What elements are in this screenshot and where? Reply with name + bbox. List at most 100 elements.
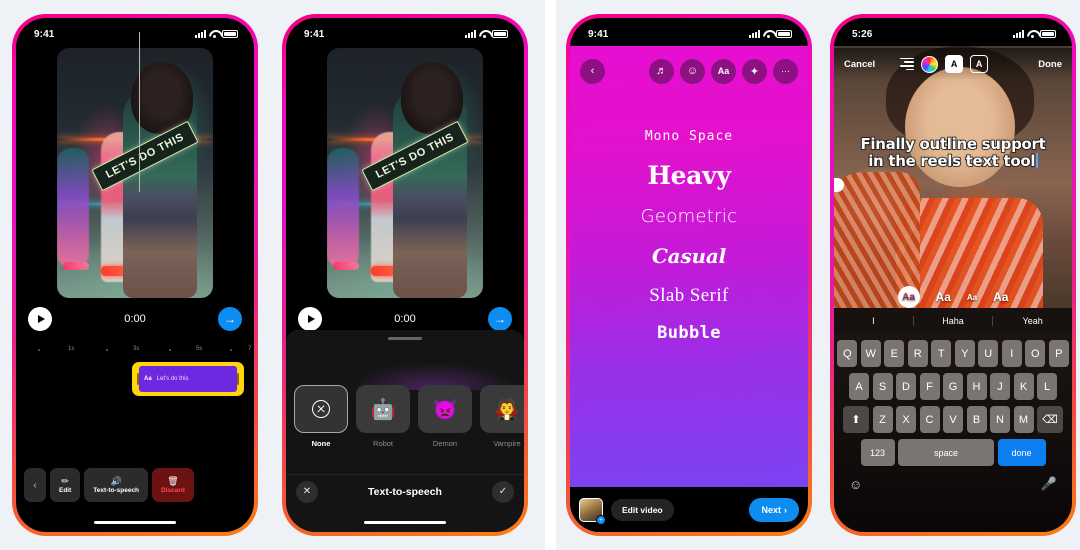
key-v[interactable]: V bbox=[943, 406, 963, 433]
key-u[interactable]: U bbox=[978, 340, 999, 367]
next-arrow-button[interactable]: → bbox=[217, 307, 242, 331]
text-style-option-3[interactable]: Aa bbox=[967, 293, 977, 302]
timeline-ruler[interactable]: 1s 3s 5s 7 bbox=[16, 342, 254, 358]
play-button[interactable] bbox=[298, 307, 322, 331]
voice-effect-list[interactable]: None 🤖 Robot 👿 Demon 🧛 Vampire bbox=[294, 385, 524, 448]
edit-button[interactable]: ✏ Edit bbox=[50, 468, 81, 502]
font-option-bubble[interactable]: Bubble bbox=[657, 325, 721, 342]
text-effect-icon[interactable]: A bbox=[945, 55, 964, 73]
phone2-video-area[interactable]: LET'S DO THIS bbox=[286, 48, 524, 298]
back-button[interactable]: ‹ bbox=[24, 468, 46, 502]
done-button[interactable]: Done bbox=[1038, 59, 1062, 70]
key-e[interactable]: E bbox=[884, 340, 905, 367]
text-style-option-4[interactable]: Aa bbox=[993, 290, 1008, 304]
emoji-icon[interactable]: ☺ bbox=[849, 477, 862, 492]
key-d[interactable]: D bbox=[896, 373, 916, 400]
key-t[interactable]: T bbox=[931, 340, 952, 367]
key-b[interactable]: B bbox=[966, 406, 987, 433]
key-y[interactable]: Y bbox=[954, 340, 975, 367]
key-c[interactable]: C bbox=[919, 406, 940, 433]
keyboard-suggestion-bar[interactable]: I Haha Yeah bbox=[834, 308, 1072, 334]
key-n[interactable]: N bbox=[990, 406, 1010, 433]
key-k[interactable]: K bbox=[1013, 373, 1034, 400]
voice-option-robot[interactable]: 🤖 Robot bbox=[356, 385, 410, 448]
key-a[interactable]: A bbox=[849, 373, 869, 400]
backspace-icon[interactable]: ⌫ bbox=[1037, 406, 1063, 433]
next-arrow-button[interactable]: → bbox=[487, 307, 512, 331]
space-key[interactable]: space bbox=[898, 439, 994, 466]
play-button[interactable] bbox=[28, 307, 52, 331]
key-s[interactable]: S bbox=[872, 373, 893, 400]
font-option-slab-serif[interactable]: Slab Serif bbox=[649, 286, 728, 305]
shift-icon[interactable]: ⬆ bbox=[843, 406, 869, 433]
demon-icon[interactable]: 👿 bbox=[418, 385, 472, 433]
voice-option-demon[interactable]: 👿 Demon bbox=[418, 385, 472, 448]
key-x[interactable]: X bbox=[896, 406, 916, 433]
suggestion-3[interactable]: Yeah bbox=[993, 316, 1072, 326]
numbers-key[interactable]: 123 bbox=[860, 439, 895, 466]
clip-handle-right[interactable] bbox=[237, 373, 239, 385]
text-style-option-2[interactable]: Aa bbox=[936, 290, 951, 304]
text-overlay-editor[interactable]: Finally outline support in the reels tex… bbox=[834, 134, 1072, 170]
key-p[interactable]: P bbox=[1048, 340, 1069, 367]
discard-button[interactable]: 🗑 Discard bbox=[152, 468, 194, 502]
none-circle-icon[interactable] bbox=[294, 385, 348, 433]
font-option-heavy[interactable]: Heavy bbox=[647, 163, 731, 188]
robot-icon[interactable]: 🤖 bbox=[356, 385, 410, 433]
voice-option-vampire[interactable]: 🧛 Vampire bbox=[480, 385, 524, 448]
sticker-icon[interactable]: ☺ bbox=[680, 58, 705, 84]
key-o[interactable]: O bbox=[1025, 340, 1046, 367]
phone4-video-background[interactable] bbox=[834, 46, 1072, 308]
effects-icon[interactable]: ✦ bbox=[742, 58, 767, 84]
font-option-list[interactable]: Mono Space Heavy Geometric Casual Slab S… bbox=[570, 130, 808, 342]
key-w[interactable]: W bbox=[860, 340, 881, 367]
on-screen-keyboard[interactable]: Q W E R T Y U I O P A S D F G H J K L ⬆ … bbox=[834, 334, 1072, 532]
timeline-playhead[interactable] bbox=[139, 32, 140, 192]
font-option-mono-space[interactable]: Mono Space bbox=[645, 130, 733, 143]
color-wheel-icon[interactable] bbox=[921, 55, 939, 73]
key-q[interactable]: Q bbox=[837, 340, 858, 367]
phone1-video-area[interactable]: LET'S DO THIS bbox=[16, 48, 254, 298]
sheet-grabber[interactable] bbox=[388, 337, 422, 340]
suggestion-2[interactable]: Haha bbox=[914, 316, 994, 326]
key-f[interactable]: F bbox=[919, 373, 940, 400]
align-icon[interactable] bbox=[900, 57, 915, 71]
confirm-icon[interactable]: ✓ bbox=[492, 480, 514, 503]
timeline-track[interactable]: Aa Let's do this bbox=[16, 362, 254, 398]
wifi-icon bbox=[1027, 30, 1037, 38]
font-option-casual[interactable]: Casual bbox=[652, 246, 726, 266]
key-j[interactable]: J bbox=[990, 373, 1010, 400]
key-h[interactable]: H bbox=[966, 373, 987, 400]
text-style-option-1[interactable]: Aa bbox=[897, 286, 920, 308]
vampire-icon[interactable]: 🧛 bbox=[480, 385, 524, 433]
key-m[interactable]: M bbox=[1013, 406, 1034, 433]
clip-body[interactable]: Aa Let's do this bbox=[139, 366, 237, 392]
mic-icon[interactable]: 🎤 bbox=[1041, 476, 1057, 492]
text-outline-icon[interactable]: A bbox=[970, 55, 989, 73]
back-button[interactable]: ‹ bbox=[580, 58, 605, 84]
text-to-speech-button[interactable]: 🔊 Text-to-speech bbox=[84, 468, 149, 502]
text-clip[interactable]: Aa Let's do this bbox=[132, 362, 244, 396]
status-indicators bbox=[1013, 30, 1056, 38]
close-icon[interactable]: ✕ bbox=[296, 480, 318, 503]
key-i[interactable]: I bbox=[1001, 340, 1022, 367]
avatar[interactable]: + bbox=[579, 497, 606, 525]
avatar-add-badge[interactable]: + bbox=[596, 514, 606, 525]
edit-video-button[interactable]: Edit video bbox=[611, 498, 674, 521]
done-key[interactable]: done bbox=[997, 439, 1046, 466]
music-icon[interactable]: ♬ bbox=[649, 58, 674, 84]
text-style-options[interactable]: Aa Aa Aa Aa bbox=[834, 286, 1072, 308]
video-preview[interactable]: LET'S DO THIS bbox=[57, 48, 213, 298]
cancel-button[interactable]: Cancel bbox=[844, 59, 875, 70]
video-preview[interactable]: LET'S DO THIS bbox=[327, 48, 483, 298]
next-button[interactable]: Next › bbox=[749, 497, 799, 522]
text-icon[interactable]: Aa bbox=[711, 58, 736, 84]
key-g[interactable]: G bbox=[943, 373, 963, 400]
voice-option-none[interactable]: None bbox=[294, 385, 348, 448]
more-icon[interactable]: ··· bbox=[773, 58, 798, 84]
key-r[interactable]: R bbox=[907, 340, 928, 367]
font-option-geometric[interactable]: Geometric bbox=[641, 208, 738, 226]
key-l[interactable]: L bbox=[1037, 373, 1057, 400]
key-z[interactable]: Z bbox=[872, 406, 893, 433]
suggestion-1[interactable]: I bbox=[834, 316, 914, 326]
